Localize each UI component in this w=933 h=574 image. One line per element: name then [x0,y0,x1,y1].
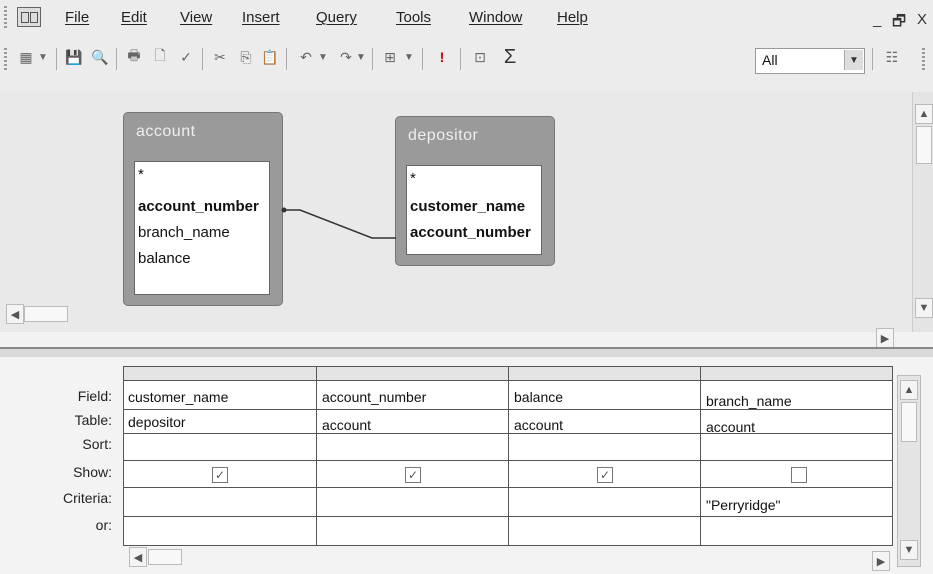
undo-icon[interactable]: ↶ [294,46,318,68]
query-design-grid: Field: Table: Sort: Show: Criteria: or: … [0,357,933,574]
menu-window[interactable]: Window [469,9,522,26]
toolbar-end-grip[interactable] [922,48,925,70]
show-checkbox[interactable]: ✓ [212,467,228,483]
toolbar: ▦ ▼ 💾 🔍 🖶 🗋 ✓ ✂ ⎘ 📋 ↶ ▼ ↷ ▼ ⊞ ▼ ! ⊡ Σ Al… [0,34,933,93]
grid-line [123,366,124,546]
run-icon[interactable]: ! [430,46,454,68]
toolbar-separator [286,48,287,70]
close-button[interactable]: X [917,11,927,28]
show-table-icon[interactable]: ⊡ [468,46,492,68]
top-values-value: All [762,52,778,68]
toolbar-separator [460,48,461,70]
toolbar-separator [872,48,873,70]
vertical-scroll-thumb[interactable] [901,402,917,442]
top-values-dropdown-icon[interactable]: ▼ [844,50,863,70]
toolbar-grip[interactable] [4,48,7,72]
grid-table-cell[interactable]: account [514,417,563,433]
save-icon[interactable]: 💾 [62,46,86,68]
join-line[interactable] [0,92,912,332]
scroll-up-arrow-icon[interactable]: ▲ [915,104,933,124]
menu-insert[interactable]: Insert [242,9,280,26]
toolbar-separator [116,48,117,70]
print-icon[interactable]: 🖶 [122,46,146,68]
show-checkbox[interactable] [791,467,807,483]
row-labels: Field: Table: Sort: Show: Criteria: or: [0,357,112,574]
grid-line [316,366,317,546]
scroll-up-arrow-icon[interactable]: ▲ [900,380,918,400]
grid-vertical-scrollbar[interactable]: ▲ ▼ [897,375,921,567]
menu-help[interactable]: Help [557,9,588,26]
minimize-button[interactable]: _ [873,11,881,28]
design-vertical-scrollbar[interactable]: ▲ ▼ [912,92,933,332]
toolbar-separator [372,48,373,70]
redo-dropdown-icon[interactable]: ▼ [354,46,368,68]
show-checkbox[interactable]: ✓ [597,467,613,483]
top-values-combo[interactable]: All ▼ [755,48,865,74]
scroll-right-arrow-icon[interactable]: ▶ [876,328,894,348]
search-file-icon[interactable]: 🔍 [88,46,112,68]
restore-button[interactable]: 🗗 [892,11,906,36]
row-label-show: Show: [73,464,112,480]
scroll-right-arrow-icon[interactable]: ▶ [872,551,890,571]
grid-line [508,366,509,546]
vertical-scroll-thumb[interactable] [916,126,932,164]
menu-bar: File Edit View Insert Query Tools Window… [0,0,933,34]
row-label-or: or: [95,517,112,533]
grid-field-cell[interactable]: customer_name [128,389,228,405]
grid-criteria-cell[interactable]: "Perryridge" [706,497,781,513]
copy-icon[interactable]: ⎘ [234,46,258,68]
scroll-left-arrow-icon[interactable]: ◀ [6,304,24,324]
row-label-sort: Sort: [82,436,112,452]
scroll-down-arrow-icon[interactable]: ▼ [915,298,933,318]
spelling-icon[interactable]: ✓ [174,46,198,68]
horizontal-scroll-thumb[interactable] [148,549,182,565]
row-label-field: Field: [77,388,112,404]
menu-tools[interactable]: Tools [396,9,431,26]
view-dropdown-icon[interactable]: ▼ [36,46,50,68]
grid-table-cell[interactable]: account [706,419,755,435]
grid-field-cell[interactable]: branch_name [706,393,792,409]
cut-icon[interactable]: ✂ [208,46,232,68]
view-icon[interactable]: ▦ [14,46,38,68]
horizontal-scroll-thumb[interactable] [24,306,68,322]
grid-table-cell[interactable]: account [322,417,371,433]
grid-line [700,366,701,546]
row-label-table: Table: [74,412,112,428]
undo-dropdown-icon[interactable]: ▼ [316,46,330,68]
grid-field-cell[interactable]: balance [514,389,563,405]
query-type-dropdown-icon[interactable]: ▼ [402,46,416,68]
grid-line [892,366,893,546]
table-design-pane: account * account_number branch_name bal… [0,92,912,348]
totals-icon[interactable]: Σ [498,46,522,68]
scroll-down-arrow-icon[interactable]: ▼ [900,540,918,560]
menu-edit[interactable]: Edit [121,9,147,26]
grid-field-cell[interactable]: account_number [322,389,426,405]
grid-table-cell[interactable]: depositor [128,414,186,430]
menu-query[interactable]: Query [316,9,357,26]
menu-file[interactable]: File [65,9,89,26]
print-preview-icon[interactable]: 🗋 [148,46,172,68]
row-label-criteria: Criteria: [62,490,112,506]
toolbar-separator [422,48,423,70]
menu-grip[interactable] [4,6,7,28]
query-window-icon[interactable] [17,7,41,27]
paste-icon[interactable]: 📋 [258,46,282,68]
show-checkbox[interactable]: ✓ [405,467,421,483]
toolbar-separator [202,48,203,70]
toolbar-separator [56,48,57,70]
properties-icon[interactable]: ☷ [880,46,904,68]
scroll-left-arrow-icon[interactable]: ◀ [129,547,147,567]
query-type-icon[interactable]: ⊞ [378,46,402,68]
menu-view[interactable]: View [180,9,212,26]
